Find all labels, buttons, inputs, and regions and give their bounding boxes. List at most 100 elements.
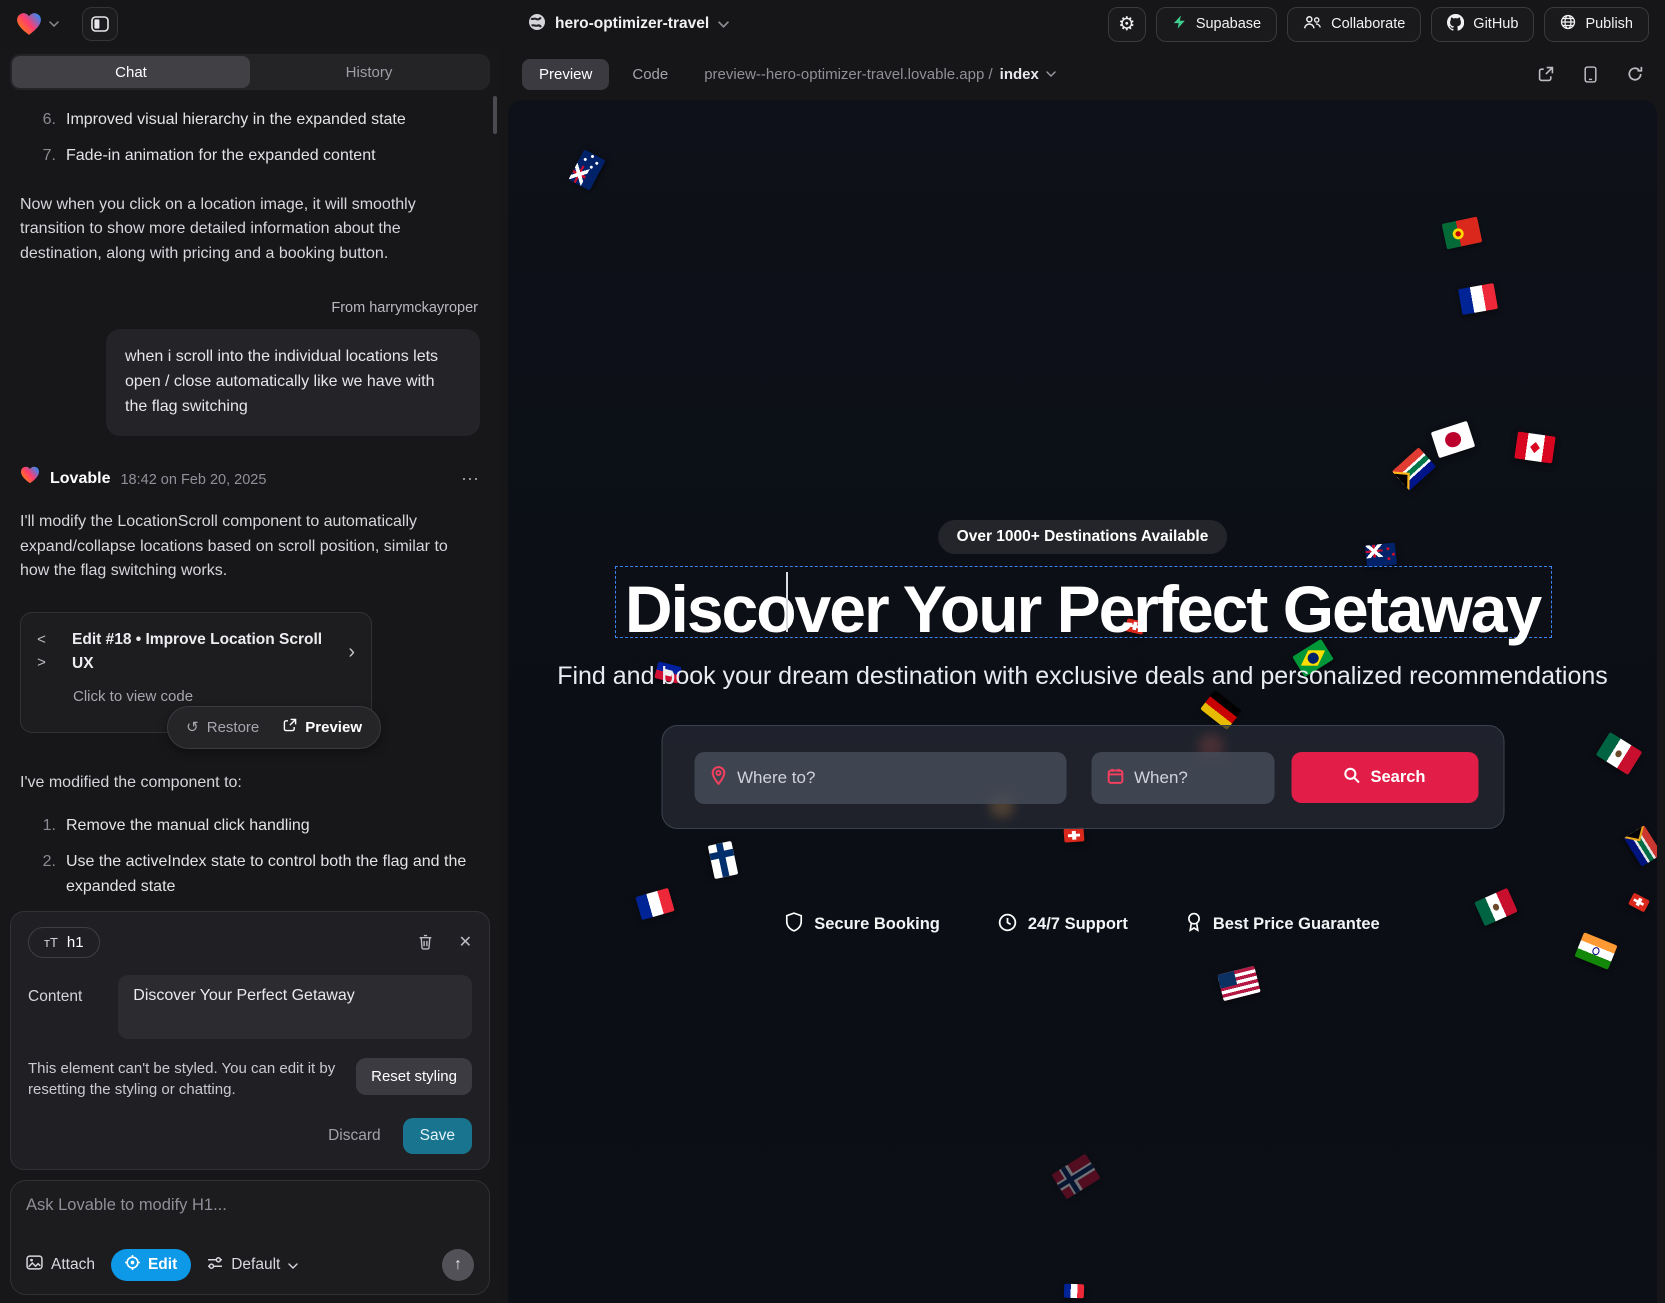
content-label: Content (28, 975, 82, 1039)
type-icon: тT (44, 935, 58, 950)
clock-icon (998, 913, 1017, 937)
flag-ch-icon (1628, 893, 1650, 913)
list-item: 2. Use the activeIndex state to control … (36, 850, 480, 900)
search-button[interactable]: Search (1291, 752, 1478, 803)
prompt-input[interactable] (26, 1196, 474, 1222)
edit-version-card[interactable]: < > Edit #18 • Improve Location Scroll U… (20, 612, 372, 733)
lovable-logo-heart-icon[interactable] (16, 12, 42, 36)
assistant-message-header: Lovable 18:42 on Feb 20, 2025 ⋯ (20, 466, 480, 494)
save-button[interactable]: Save (403, 1118, 472, 1154)
logo-chevron-down-icon[interactable] (49, 21, 59, 27)
url-page: index (1000, 66, 1039, 83)
project-globe-icon (528, 13, 546, 36)
element-editor-panel: тT h1 ✕ Content Discover Your Perfect Ge… (10, 911, 490, 1171)
user-attribution: From harrymckayroper (22, 297, 478, 319)
chevron-right-icon: › (348, 637, 355, 668)
mode-selector[interactable]: Default (207, 1256, 298, 1275)
element-tag-pill[interactable]: тT h1 (28, 927, 100, 958)
calendar-icon (1107, 768, 1123, 789)
hero-title[interactable]: Discover Your Perfect Getaway (508, 571, 1657, 647)
collaborate-button[interactable]: Collaborate (1287, 7, 1421, 42)
award-icon (1186, 912, 1202, 937)
preview-version-button[interactable]: Preview (271, 711, 374, 744)
project-switcher[interactable]: hero-optimizer-travel (528, 13, 729, 36)
publish-label: Publish (1585, 16, 1633, 32)
chat-scroll-area[interactable]: 6. Improved visual hierarchy in the expa… (0, 90, 500, 911)
supabase-button[interactable]: Supabase (1156, 7, 1277, 42)
sidebar-tabs: Chat History (10, 54, 490, 90)
list-number: 1. (36, 814, 56, 839)
supabase-bolt-icon (1172, 14, 1187, 34)
shield-icon (785, 912, 803, 937)
people-icon (1303, 15, 1322, 34)
destination-input[interactable] (737, 768, 1050, 788)
send-button[interactable]: ↑ (442, 1249, 474, 1281)
search-label: Search (1370, 768, 1425, 787)
url-chevron-down-icon (1046, 71, 1056, 77)
date-field[interactable] (1091, 752, 1274, 804)
sidebar-toggle-button[interactable] (82, 7, 118, 41)
attach-label: Attach (51, 1256, 95, 1274)
trust-features: Secure Booking 24/7 Support Best Price G… (508, 912, 1657, 937)
target-icon (125, 1255, 140, 1275)
preview-label: Preview (305, 716, 362, 739)
destination-field[interactable] (694, 752, 1066, 804)
tab-chat[interactable]: Chat (12, 56, 250, 88)
attach-button[interactable]: Attach (26, 1255, 95, 1275)
delete-element-button[interactable] (418, 934, 433, 950)
list-text: Use the activeIndex state to control bot… (66, 850, 480, 900)
flag-mx-icon (1596, 732, 1643, 775)
feature-label: Secure Booking (814, 915, 940, 934)
flag-in-icon (1574, 932, 1617, 970)
list-item: 6. Improved visual hierarchy in the expa… (36, 108, 480, 133)
preview-iframe[interactable]: Over 1000+ Destinations Available Discov… (508, 100, 1657, 1303)
discard-button[interactable]: Discard (328, 1127, 381, 1145)
flag-ca-icon (1514, 431, 1555, 463)
location-pin-icon (710, 766, 726, 790)
project-name: hero-optimizer-travel (555, 15, 709, 33)
element-tag-name: h1 (67, 934, 84, 951)
hero-subtitle: Find and book your dream destination wit… (508, 662, 1657, 691)
flag-ch-icon (1064, 827, 1085, 842)
text-caret (786, 572, 788, 632)
refresh-button[interactable] (1627, 66, 1643, 82)
list-number: 6. (36, 108, 56, 133)
flag-de-icon (1200, 690, 1242, 730)
message-more-icon[interactable]: ⋯ (461, 466, 480, 494)
publish-button[interactable]: Publish (1544, 7, 1649, 42)
close-panel-button[interactable]: ✕ (459, 932, 472, 952)
flag-za-icon (1392, 447, 1436, 490)
url-host: preview--hero-optimizer-travel.lovable.a… (704, 66, 992, 83)
reset-styling-button[interactable]: Reset styling (356, 1058, 472, 1095)
date-input[interactable] (1134, 768, 1258, 788)
topbar: hero-optimizer-travel ⚙ Supabase Collabo… (0, 0, 1665, 48)
feature-label: Best Price Guarantee (1213, 915, 1380, 934)
tab-code[interactable]: Code (626, 59, 674, 90)
list-item: 1. Remove the manual click handling (36, 814, 480, 839)
open-in-new-tab-button[interactable] (1538, 66, 1554, 82)
list-number: 2. (36, 850, 56, 900)
chevron-down-icon (288, 1256, 298, 1274)
feature-best-price: Best Price Guarantee (1186, 912, 1380, 937)
restore-label: Restore (207, 716, 260, 739)
edit-mode-button[interactable]: Edit (111, 1249, 191, 1281)
scrollbar-thumb[interactable] (493, 96, 497, 134)
flag-jp-icon (1431, 421, 1475, 458)
flag-fr-icon (1458, 283, 1498, 315)
tab-preview[interactable]: Preview (522, 59, 609, 90)
restore-button[interactable]: ↺ Restore (174, 711, 271, 744)
list-text: Remove the manual click handling (66, 814, 310, 839)
feature-secure-booking: Secure Booking (785, 912, 940, 937)
search-icon (1343, 767, 1359, 788)
external-link-icon (283, 716, 297, 739)
assistant-paragraph: I've modified the component to: (20, 771, 480, 796)
code-icon: < > (37, 629, 60, 676)
settings-button[interactable]: ⚙ (1108, 7, 1146, 42)
assistant-paragraph: Now when you click on a location image, … (20, 193, 480, 267)
github-button[interactable]: GitHub (1431, 7, 1534, 42)
content-textarea[interactable]: Discover Your Perfect Getaway (118, 975, 472, 1039)
flag-za-icon (1624, 825, 1657, 867)
preview-url[interactable]: preview--hero-optimizer-travel.lovable.a… (704, 66, 1056, 83)
tab-history[interactable]: History (250, 56, 488, 88)
mobile-view-button[interactable] (1584, 66, 1597, 83)
